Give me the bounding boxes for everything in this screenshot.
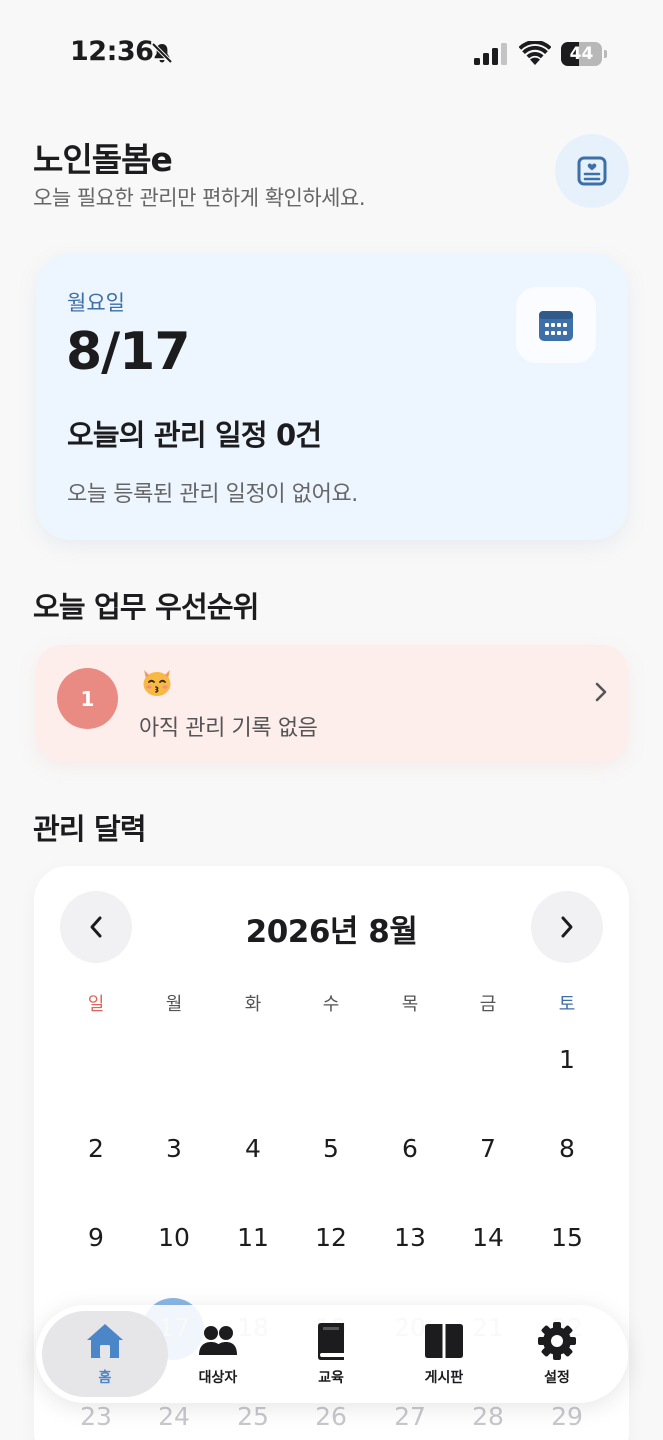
calendar-day[interactable]: 10 <box>135 1208 213 1268</box>
calendar-day[interactable]: 6 <box>371 1119 449 1179</box>
bell-slash-icon <box>151 42 173 64</box>
board-icon <box>425 1324 463 1358</box>
calendar-day[interactable]: 8 <box>528 1119 606 1179</box>
weekday-header: 수 <box>322 994 340 1015</box>
nav-item-settings[interactable]: 설정 <box>498 1305 616 1403</box>
status-time: 12:36 <box>70 36 154 67</box>
people-icon <box>199 1326 237 1355</box>
calendar-day[interactable]: 3 <box>135 1119 213 1179</box>
weekday-header: 목 <box>401 994 419 1015</box>
today-summary-card: 월요일 8/17 오늘의 관리 일정 0건 오늘 등록된 관리 일정이 없어요. <box>36 254 628 540</box>
calendar-day[interactable]: 1 <box>528 1030 606 1090</box>
bottom-navigation: 홈 대상자 교육 게시판 설정 <box>36 1305 628 1403</box>
today-empty-message: 오늘 등록된 관리 일정이 없어요. <box>67 482 358 507</box>
kissing-cat-icon <box>143 670 171 696</box>
next-month-button[interactable] <box>531 891 603 963</box>
nav-label-settings: 설정 <box>544 1370 570 1386</box>
nav-label-recipients: 대상자 <box>198 1370 238 1386</box>
battery-indicator: 44 <box>561 42 607 66</box>
calendar-day[interactable]: 4 <box>214 1119 292 1179</box>
priority-item[interactable]: 1 아직 관리 기록 없음 <box>36 645 628 761</box>
nav-label-board: 게시판 <box>424 1370 464 1386</box>
calendar-section-title: 관리 달력 <box>33 812 147 846</box>
nav-item-recipients[interactable]: 대상자 <box>159 1305 277 1403</box>
gear-icon <box>538 1322 576 1360</box>
calendar-day[interactable]: 13 <box>371 1208 449 1268</box>
calendar-day[interactable]: 7 <box>449 1119 527 1179</box>
nav-label-home: 홈 <box>98 1370 112 1386</box>
nav-item-home[interactable]: 홈 <box>46 1305 164 1403</box>
calendar-day[interactable]: 9 <box>57 1208 135 1268</box>
today-day-of-week: 월요일 <box>67 291 125 315</box>
today-schedule-count: 오늘의 관리 일정 0건 <box>67 418 322 452</box>
chevron-right-icon <box>561 916 573 938</box>
app-title: 노인돌봄e <box>33 140 173 179</box>
weekday-header: 일 <box>87 994 105 1015</box>
calendar-day[interactable]: 14 <box>449 1208 527 1268</box>
priority-rank-badge: 1 <box>57 668 118 729</box>
calendar-day[interactable]: 12 <box>292 1208 370 1268</box>
book-icon <box>318 1323 344 1360</box>
status-bar: 12:36 44 <box>0 0 663 100</box>
calendar-day[interactable]: 15 <box>528 1208 606 1268</box>
cellular-signal-icon <box>474 43 507 65</box>
calendar-day[interactable]: 5 <box>292 1119 370 1179</box>
profile-card-button[interactable] <box>555 134 629 208</box>
wifi-icon <box>519 41 551 65</box>
battery-level: 44 <box>569 44 594 64</box>
weekday-header: 화 <box>244 994 262 1015</box>
app-subtitle: 오늘 필요한 관리만 편하게 확인하세요. <box>33 186 366 210</box>
nav-item-board[interactable]: 게시판 <box>385 1305 503 1403</box>
calendar-day[interactable]: 2 <box>57 1119 135 1179</box>
weekday-header: 월 <box>165 994 183 1015</box>
nav-item-education[interactable]: 교육 <box>272 1305 390 1403</box>
today-date: 8/17 <box>66 322 191 382</box>
priority-section-title: 오늘 업무 우선순위 <box>33 590 259 624</box>
calendar-button[interactable] <box>516 287 596 363</box>
profile-card-icon <box>577 156 607 186</box>
chevron-right-icon <box>595 682 607 702</box>
calendar-day[interactable]: 11 <box>214 1208 292 1268</box>
nav-label-education: 교육 <box>318 1370 344 1386</box>
weekday-header: 토 <box>558 994 576 1015</box>
weekday-header: 금 <box>479 994 497 1015</box>
calendar-icon <box>539 311 573 341</box>
home-icon <box>87 1324 123 1358</box>
priority-text: 아직 관리 기록 없음 <box>139 716 318 741</box>
